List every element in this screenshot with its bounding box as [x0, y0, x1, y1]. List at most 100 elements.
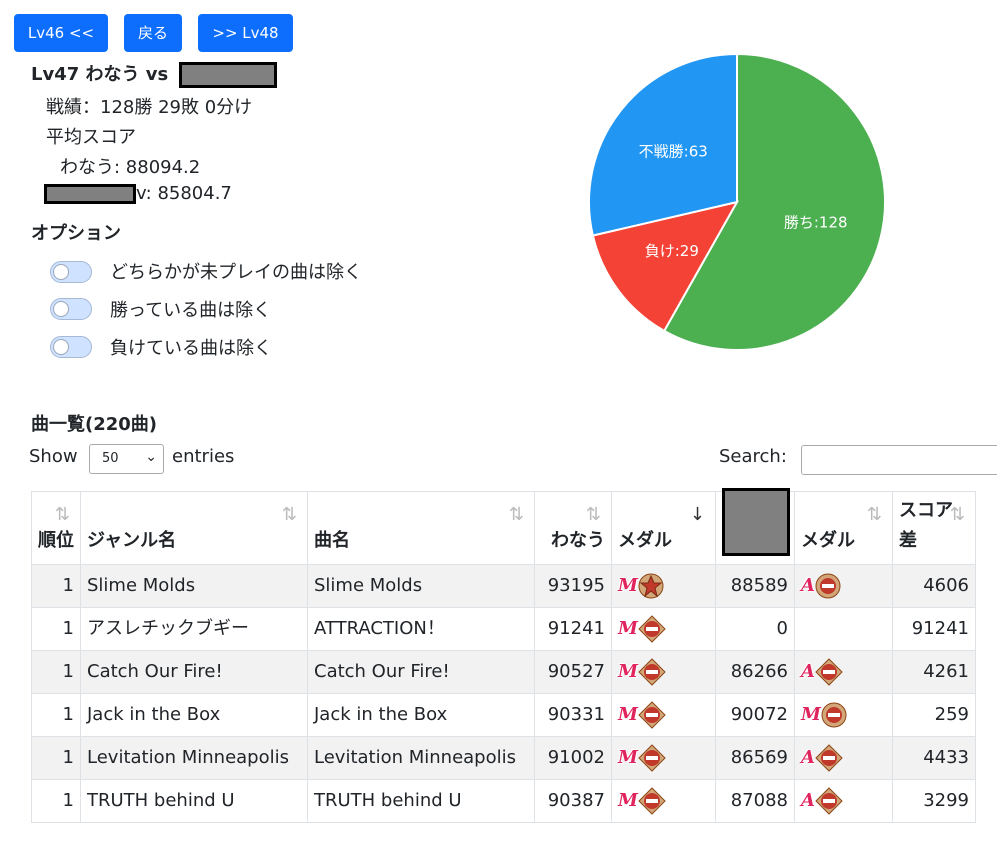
diamond-medal-icon: [815, 744, 843, 772]
song-cell: Jack in the Box: [307, 693, 535, 737]
header-player-medal-label: メダル: [618, 530, 672, 551]
rival-score-cell: 88589: [715, 564, 795, 608]
back-button[interactable]: 戻る: [124, 14, 182, 52]
header-genre-label: ジャンル名: [87, 530, 177, 551]
prev-level-button[interactable]: Lv46 <<: [14, 14, 108, 52]
player-score-cell: 90527: [534, 650, 612, 694]
pie-slice-label: 不戦勝:63: [639, 142, 708, 160]
genre-cell: アスレチックブギー: [80, 607, 308, 651]
sort-icon: ⇅: [866, 504, 882, 525]
rival-medal-cell: A: [794, 564, 893, 608]
diamond-medal-icon: [815, 658, 843, 686]
song-list-title: 曲一覧(220曲): [31, 414, 158, 435]
toggle-exclude-won[interactable]: [50, 298, 92, 320]
song-table: 順位 ⇅ ジャンル名 ⇅ 曲名 ⇅ わなう ⇅ メダル ↓ メダル ⇅ スコア差 ⇅ 1 Sli…: [31, 488, 976, 823]
rank-cell: 1: [31, 779, 81, 823]
m-medal-icon: M: [618, 618, 638, 639]
genre-cell: TRUTH behind U: [80, 779, 308, 823]
rival-score-cell: 86266: [715, 650, 795, 694]
header-rival-medal[interactable]: メダル ⇅: [794, 491, 893, 565]
header-rival-score[interactable]: [715, 488, 795, 565]
pie-slice-label: 負け:29: [645, 242, 699, 260]
a-medal-icon: A: [801, 790, 815, 811]
song-cell: TRUTH behind U: [307, 779, 535, 823]
page-title: Lv47 わなう vs: [31, 60, 277, 88]
rival-medal-cell: [794, 607, 893, 651]
circle-medal-icon: [821, 702, 847, 728]
a-medal-icon: A: [801, 661, 815, 682]
score-diff-cell: 4261: [892, 650, 976, 694]
sort-icon: ⇅: [949, 504, 965, 525]
show-label: Show: [29, 446, 78, 467]
avg-score-label: 平均スコア: [46, 127, 136, 148]
header-player-score[interactable]: わなう ⇅: [534, 491, 612, 565]
player-medal-cell: M: [611, 564, 716, 608]
a-medal-icon: A: [801, 575, 815, 596]
rival-avg-value: v: 85804.7: [136, 183, 232, 204]
pie-slice-label: 勝ち:128: [784, 214, 848, 232]
rival-score-cell: 87088: [715, 779, 795, 823]
header-score-diff-label: スコア差: [899, 500, 953, 551]
rank-cell: 1: [31, 650, 81, 694]
options-title: オプション: [31, 223, 121, 244]
entries-select[interactable]: 50 ⌄: [89, 444, 164, 474]
circle-medal-icon: [815, 573, 841, 599]
rival-medal-cell: A: [794, 779, 893, 823]
m-medal-icon: M: [618, 704, 638, 725]
toggle-exclude-unplayed[interactable]: [50, 261, 92, 283]
player-score-cell: 91241: [534, 607, 612, 651]
table-row: 1 Levitation Minneapolis Levitation Minnea…: [31, 736, 976, 780]
table-row: 1 TRUTH behind U TRUTH behind U 90387 M 87088…: [31, 779, 976, 823]
player-score-cell: 93195: [534, 564, 612, 608]
toggle-exclude-won-label: 勝っている曲は除く: [110, 300, 272, 321]
a-medal-icon: A: [801, 747, 815, 768]
rival-score-cell: 90072: [715, 693, 795, 737]
entries-label: entries: [172, 446, 235, 467]
header-player-score-label: わなう: [551, 530, 605, 551]
header-rank[interactable]: 順位 ⇅: [31, 491, 81, 565]
table-row: 1 Slime Molds Slime Molds 93195 M 88589 A 4606: [31, 564, 976, 608]
score-diff-cell: 4433: [892, 736, 976, 780]
rival-score-cell: 0: [715, 607, 795, 651]
m-medal-icon: M: [618, 747, 638, 768]
m-medal-icon: M: [618, 661, 638, 682]
redacted-rival-name: [44, 184, 136, 204]
genre-cell: Slime Molds: [80, 564, 308, 608]
rank-cell: 1: [31, 564, 81, 608]
player-score-cell: 91002: [534, 736, 612, 780]
header-player-medal[interactable]: メダル ↓: [611, 491, 716, 565]
player-medal-cell: M: [611, 607, 716, 651]
sort-icon: ⇅: [281, 504, 297, 525]
record-text: 戦績：128勝 29敗 0分け: [46, 97, 253, 118]
toggle-exclude-unplayed-label: どちらかが未プレイの曲は除く: [110, 262, 362, 283]
diamond-medal-icon: [638, 701, 666, 729]
player-score-cell: 90387: [534, 779, 612, 823]
song-cell: Catch Our Fire!: [307, 650, 535, 694]
score-diff-cell: 4606: [892, 564, 976, 608]
player-medal-cell: M: [611, 736, 716, 780]
sort-icon: ⇅: [54, 504, 70, 525]
header-genre[interactable]: ジャンル名 ⇅: [80, 491, 308, 565]
sort-icon: ⇅: [508, 504, 524, 525]
diamond-medal-icon: [815, 787, 843, 815]
player-avg-score: わなう: 88094.2: [60, 157, 201, 178]
header-song-label: 曲名: [314, 530, 350, 551]
entries-value: 50: [102, 451, 119, 466]
player-medal-cell: M: [611, 650, 716, 694]
table-row: 1 Jack in the Box Jack in the Box 90331 M 900…: [31, 693, 976, 737]
header-score-diff[interactable]: スコア差 ⇅: [892, 491, 976, 565]
rank-cell: 1: [31, 736, 81, 780]
rival-medal-cell: A: [794, 736, 893, 780]
diamond-medal-icon: [638, 658, 666, 686]
header-song[interactable]: 曲名 ⇅: [307, 491, 535, 565]
m-medal-icon: M: [618, 575, 638, 596]
player-medal-cell: M: [611, 779, 716, 823]
score-diff-cell: 91241: [892, 607, 976, 651]
score-diff-cell: 3299: [892, 779, 976, 823]
diamond-medal-icon: [638, 787, 666, 815]
rival-medal-cell: M: [794, 693, 893, 737]
toggle-exclude-lost[interactable]: [50, 336, 92, 358]
diamond-medal-icon: [638, 744, 666, 772]
search-input[interactable]: [801, 445, 997, 475]
next-level-button[interactable]: >> Lv48: [198, 14, 293, 52]
